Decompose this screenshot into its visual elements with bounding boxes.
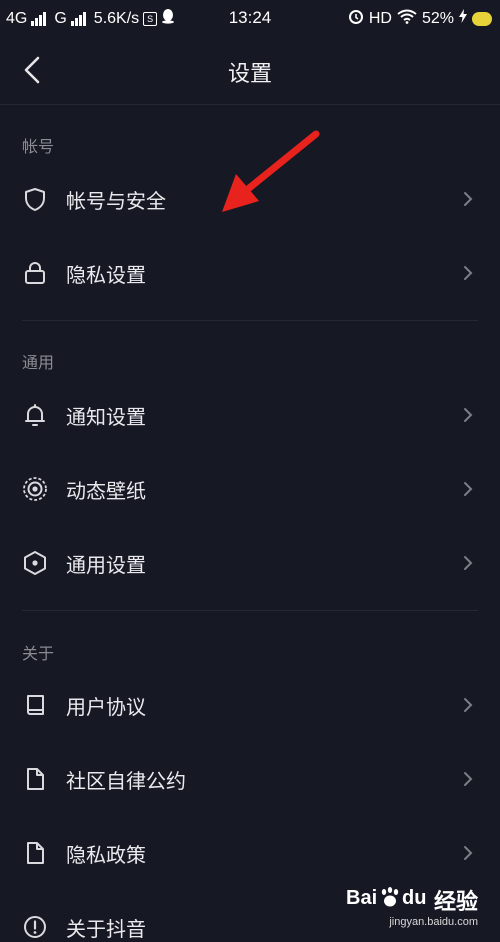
navigation-bar: 设置 <box>0 36 500 105</box>
section-header-general: 通用 <box>22 353 55 372</box>
section-divider <box>22 610 478 611</box>
battery-percent: 52% <box>421 9 454 27</box>
baidu-logo-icon: Bai du <box>346 885 432 915</box>
document-icon <box>27 842 44 864</box>
settings-item-community-guidelines[interactable]: 社区自律公约 <box>0 748 500 808</box>
chevron-right-icon <box>464 698 473 712</box>
wifi-icon <box>397 9 417 29</box>
svg-text:du: du <box>402 887 426 909</box>
shield-icon <box>25 188 45 211</box>
settings-item-label: 用户协议 <box>66 695 146 719</box>
watermark-url: jingyan.baidu.com <box>389 916 478 928</box>
wallpaper-icon <box>23 477 47 501</box>
svg-text:Bai: Bai <box>346 887 377 909</box>
section-header-about: 关于 <box>22 644 55 663</box>
charging-icon <box>459 9 467 28</box>
settings-item-label: 帐号与安全 <box>66 189 166 213</box>
section-header-account: 帐号 <box>22 137 55 156</box>
alarm-icon <box>348 8 364 29</box>
chevron-right-icon <box>464 266 473 280</box>
chevron-right-icon <box>464 846 473 860</box>
settings-item-label: 隐私设置 <box>66 263 146 287</box>
settings-item-label: 关于抖音 <box>66 917 146 941</box>
settings-item-label: 通知设置 <box>66 405 146 429</box>
hexagon-settings-icon <box>24 551 46 575</box>
settings-item-label: 社区自律公约 <box>66 769 186 793</box>
settings-item-label: 通用设置 <box>66 553 146 577</box>
settings-item-label: 隐私政策 <box>66 843 146 867</box>
settings-item-general[interactable]: 通用设置 <box>0 532 500 592</box>
page-title: 设置 <box>227 62 272 87</box>
status-bar: 4G G 5.6K/s S 13:24 HD 52% <box>0 0 500 36</box>
settings-item-label: 动态壁纸 <box>66 479 146 503</box>
status-right: HD 52% <box>348 8 492 29</box>
section-divider <box>22 320 478 321</box>
bell-icon <box>25 404 45 426</box>
settings-item-privacy[interactable]: 隐私设置 <box>0 242 500 302</box>
settings-item-notifications[interactable]: 通知设置 <box>0 384 500 444</box>
battery-icon <box>472 11 492 26</box>
settings-screen: 4G G 5.6K/s S 13:24 HD 52% 设置 帐号 帐号与安全 隐… <box>0 0 500 942</box>
hd-label: HD <box>368 9 392 27</box>
lock-icon <box>25 262 45 284</box>
chevron-right-icon <box>464 772 473 786</box>
settings-item-live-wallpaper[interactable]: 动态壁纸 <box>0 458 500 518</box>
chevron-right-icon <box>464 482 473 496</box>
chevron-right-icon <box>464 556 473 570</box>
document-icon <box>27 768 44 790</box>
baidu-watermark: Bai du 经验 jingyan.baidu.com <box>346 884 478 928</box>
book-icon <box>27 695 44 715</box>
chevron-right-icon <box>464 408 473 422</box>
settings-item-user-agreement[interactable]: 用户协议 <box>0 674 500 734</box>
watermark-brand: Bai du 经验 <box>346 884 478 916</box>
settings-item-privacy-policy[interactable]: 隐私政策 <box>0 822 500 882</box>
settings-item-account-security[interactable]: 帐号与安全 <box>0 168 500 228</box>
watermark-cn: 经验 <box>433 889 478 914</box>
chevron-right-icon <box>464 192 473 206</box>
info-icon <box>24 916 46 938</box>
